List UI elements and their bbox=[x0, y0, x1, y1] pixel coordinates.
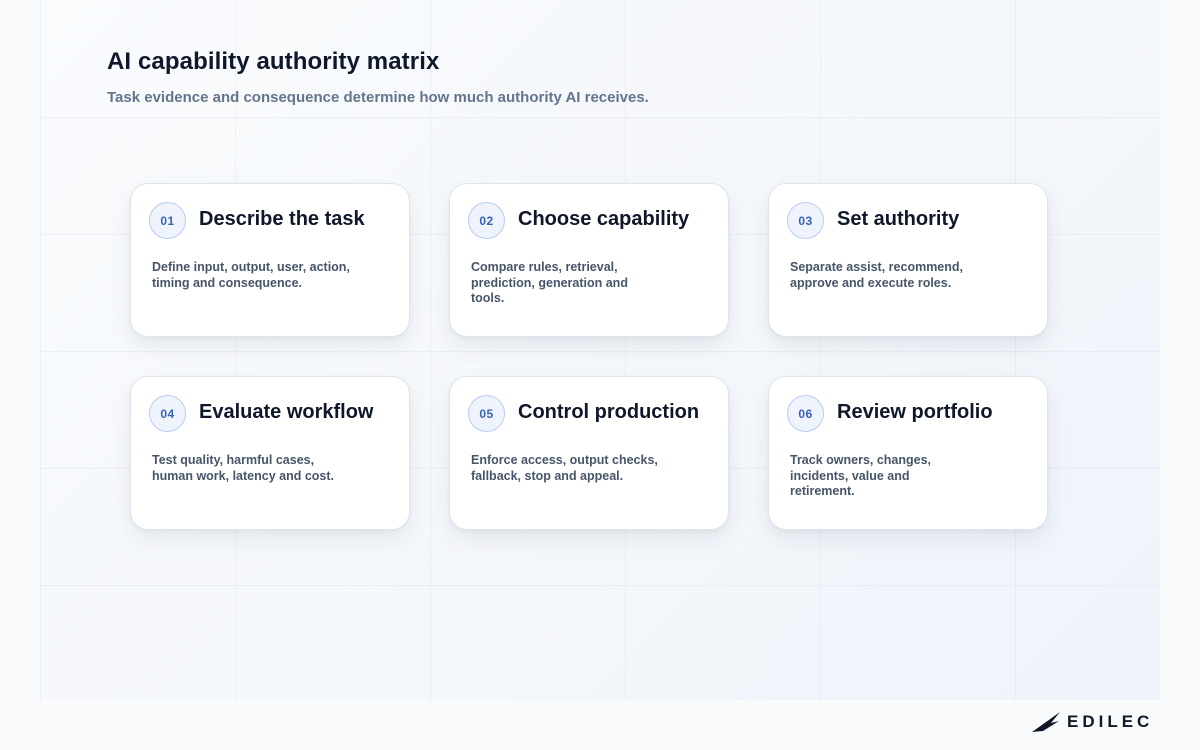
step-description: Compare rules, retrieval, prediction, ge… bbox=[471, 260, 628, 305]
grid-line bbox=[40, 117, 1160, 118]
step-number-badge: 06 bbox=[787, 395, 824, 432]
page-title: AI capability authority matrix bbox=[107, 48, 440, 75]
page-subtitle: Task evidence and consequence determine … bbox=[107, 89, 649, 106]
wing-icon bbox=[1032, 712, 1060, 732]
step-title: Choose capability bbox=[518, 208, 690, 230]
step-card-control-production: 05 Control production Enforce access, ou… bbox=[449, 376, 729, 530]
step-title: Evaluate workflow bbox=[199, 401, 374, 423]
grid-line bbox=[40, 0, 41, 700]
step-card-describe-task: 01 Describe the task Define input, outpu… bbox=[130, 183, 410, 337]
step-card-choose-capability: 02 Choose capability Compare rules, retr… bbox=[449, 183, 729, 337]
step-number-badge: 04 bbox=[149, 395, 186, 432]
step-card-evaluate-workflow: 04 Evaluate workflow Test quality, harmf… bbox=[130, 376, 410, 530]
step-card-set-authority: 03 Set authority Separate assist, recomm… bbox=[768, 183, 1048, 337]
step-description: Define input, output, user, action, timi… bbox=[152, 260, 350, 290]
step-number-badge: 01 bbox=[149, 202, 186, 239]
grid-line bbox=[820, 0, 821, 700]
step-description: Enforce access, output checks, fallback,… bbox=[471, 453, 658, 483]
step-description: Track owners, changes, incidents, value … bbox=[790, 453, 932, 498]
step-number-badge: 03 bbox=[787, 202, 824, 239]
step-description: Test quality, harmful cases, human work,… bbox=[152, 453, 334, 483]
step-number-badge: 05 bbox=[468, 395, 505, 432]
grid-line bbox=[40, 585, 1160, 586]
step-title: Review portfolio bbox=[837, 401, 993, 423]
page: AI capability authority matrix Task evid… bbox=[0, 0, 1200, 750]
step-title: Describe the task bbox=[199, 208, 365, 230]
step-title: Control production bbox=[518, 401, 700, 423]
step-card-review-portfolio: 06 Review portfolio Track owners, change… bbox=[768, 376, 1048, 530]
grid-line bbox=[40, 351, 1160, 352]
step-number-badge: 02 bbox=[468, 202, 505, 239]
brand-logo: EDILEC bbox=[1031, 711, 1153, 733]
step-description: Separate assist, recommend, approve and … bbox=[790, 260, 963, 290]
step-title: Set authority bbox=[837, 208, 960, 230]
logo-wordmark: EDILEC bbox=[1067, 712, 1154, 731]
grid-line bbox=[1015, 0, 1016, 700]
